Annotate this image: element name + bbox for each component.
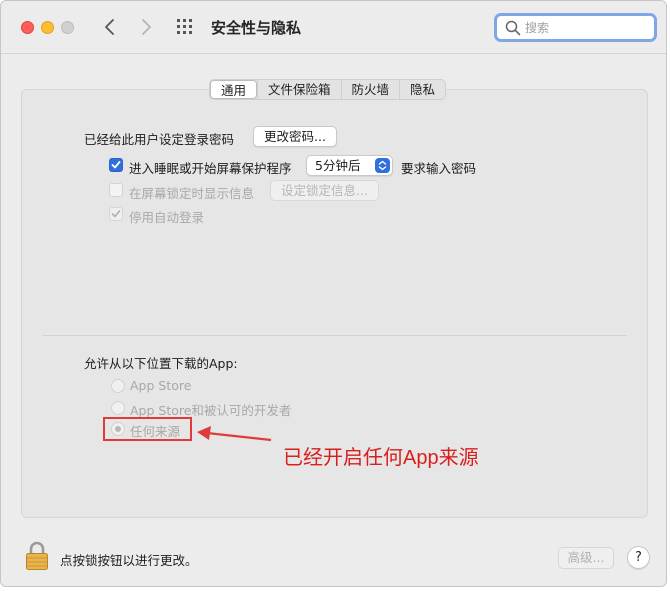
close-window-button[interactable] [21,21,34,34]
title-bar: 安全性与隐私 [1,1,666,54]
show-lock-message-label: 在屏幕锁定时显示信息 [129,186,255,201]
require-password-suffix: 要求输入密码 [401,161,477,176]
show-lock-message-checkbox[interactable] [109,183,123,197]
change-password-button[interactable]: 更改密码... [253,126,337,147]
zoom-window-button[interactable] [61,21,74,34]
advanced-button[interactable]: 高级... [558,547,614,569]
minimize-window-button[interactable] [41,21,54,34]
search-field[interactable] [494,13,657,42]
tab-privacy[interactable]: 隐私 [399,80,445,99]
back-button[interactable] [99,15,121,39]
show-all-button[interactable] [175,17,197,37]
radio-identified-developers[interactable] [111,401,125,415]
tab-general[interactable]: 通用 [210,80,258,99]
annotation-arrow-icon [197,426,272,442]
radio-app-store-label: App Store [130,378,192,393]
annotation-highlight-box [103,417,192,441]
section-divider [43,335,627,336]
password-delay-select[interactable]: 5分钟后 [306,155,393,176]
checkmark-icon [111,210,121,218]
chevron-updown-icon [375,158,390,173]
tab-filevault[interactable]: 文件保险箱 [257,80,341,99]
gatekeeper-heading: 允许从以下位置下载的App: [84,356,238,371]
checkmark-icon [111,161,121,169]
disable-auto-login-checkbox[interactable] [109,207,123,221]
lock-icon[interactable] [25,541,49,571]
require-password-checkbox[interactable] [109,158,123,172]
tab-bar: 通用 文件保险箱 防火墙 隐私 [209,79,447,100]
search-input[interactable] [525,18,650,38]
disable-auto-login-label: 停用自动登录 [129,210,205,225]
preferences-window: 安全性与隐私 通用 文件保险箱 防火墙 隐私 已经给此用户设定登录密码 更改密码… [0,0,667,587]
tab-firewall[interactable]: 防火墙 [340,80,400,99]
password-set-label: 已经给此用户设定登录密码 [84,132,235,147]
radio-app-store[interactable] [111,379,125,393]
search-icon [505,20,521,36]
forward-button[interactable] [135,15,157,39]
chevron-right-icon [142,19,151,35]
lock-hint-label: 点按锁按钮以进行更改。 [60,553,198,568]
window-title: 安全性与隐私 [211,19,302,37]
require-password-label: 进入睡眠或开始屏幕保护程序 [129,161,292,176]
chevron-left-icon [105,19,114,35]
grid-icon [177,19,192,34]
annotation-text: 已经开启任何App来源 [283,447,479,469]
help-button[interactable]: ? [627,546,650,569]
password-delay-value: 5分钟后 [315,158,361,173]
set-lock-message-button[interactable]: 设定锁定信息... [270,180,379,201]
